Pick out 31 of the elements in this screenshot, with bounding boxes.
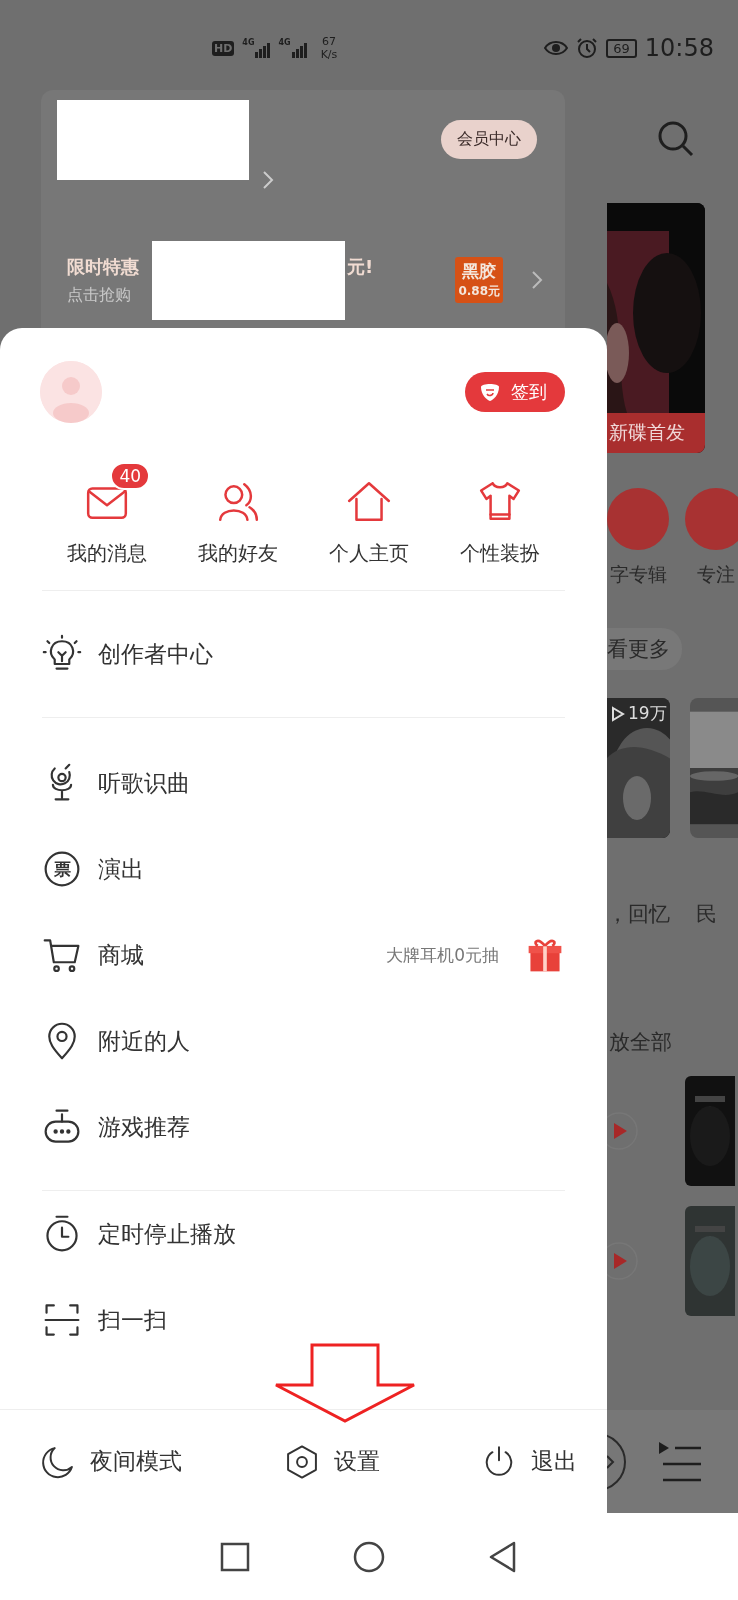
menu-item-label[interactable]: 定时停止播放 bbox=[98, 1218, 236, 1250]
shortcut-label[interactable]: 我的好友 bbox=[198, 540, 279, 567]
menu-item-label[interactable]: 商城 bbox=[98, 939, 144, 971]
shortcut-label[interactable]: 个性装扮 bbox=[459, 540, 540, 567]
network-speed: 67 K/s bbox=[320, 35, 338, 61]
shortcut-label[interactable]: 我的消息 bbox=[67, 540, 148, 567]
footer-action[interactable]: 设置 bbox=[283, 1443, 380, 1480]
notification-count: 40 bbox=[110, 462, 150, 490]
menu-item-label[interactable]: 附近的人 bbox=[98, 1025, 190, 1057]
battery-level: 69 bbox=[606, 38, 637, 58]
promo-subtitle: 点击抢购 bbox=[67, 284, 132, 306]
vinyl-badge: 黑胶 0.88元 bbox=[455, 257, 503, 303]
menu-item-label[interactable]: 创作者中心 bbox=[98, 638, 213, 670]
menu-item-label[interactable]: 演出 bbox=[98, 853, 144, 885]
check-in-button[interactable]: 签到 bbox=[465, 372, 565, 412]
banner-label: 新碟首发 bbox=[607, 413, 705, 453]
play-count: 19万 bbox=[611, 702, 667, 725]
menu-item-label[interactable]: 游戏推荐 bbox=[98, 1111, 190, 1143]
ticket-icon: 票 bbox=[42, 849, 82, 889]
album-banner[interactable]: 新碟首发 bbox=[607, 203, 705, 453]
shortcut-label[interactable]: 个人主页 bbox=[328, 540, 409, 567]
menu-item-label[interactable]: 听歌识曲 bbox=[98, 767, 190, 799]
promo-title: 元! bbox=[347, 254, 374, 279]
menu-item-label[interactable]: 扫一扫 bbox=[98, 1304, 167, 1336]
clock-time: 10:58 bbox=[644, 34, 714, 62]
member-center-button[interactable]: 会员中心 bbox=[441, 120, 537, 159]
hd-indicator: HD bbox=[212, 40, 235, 56]
promo-title: 限时特惠 bbox=[67, 254, 139, 279]
footer-action[interactable]: 退出 bbox=[481, 1443, 577, 1480]
promo-text[interactable]: 大牌耳机0元抽 bbox=[386, 943, 499, 967]
footer-action[interactable]: 夜间模式 bbox=[40, 1443, 182, 1480]
